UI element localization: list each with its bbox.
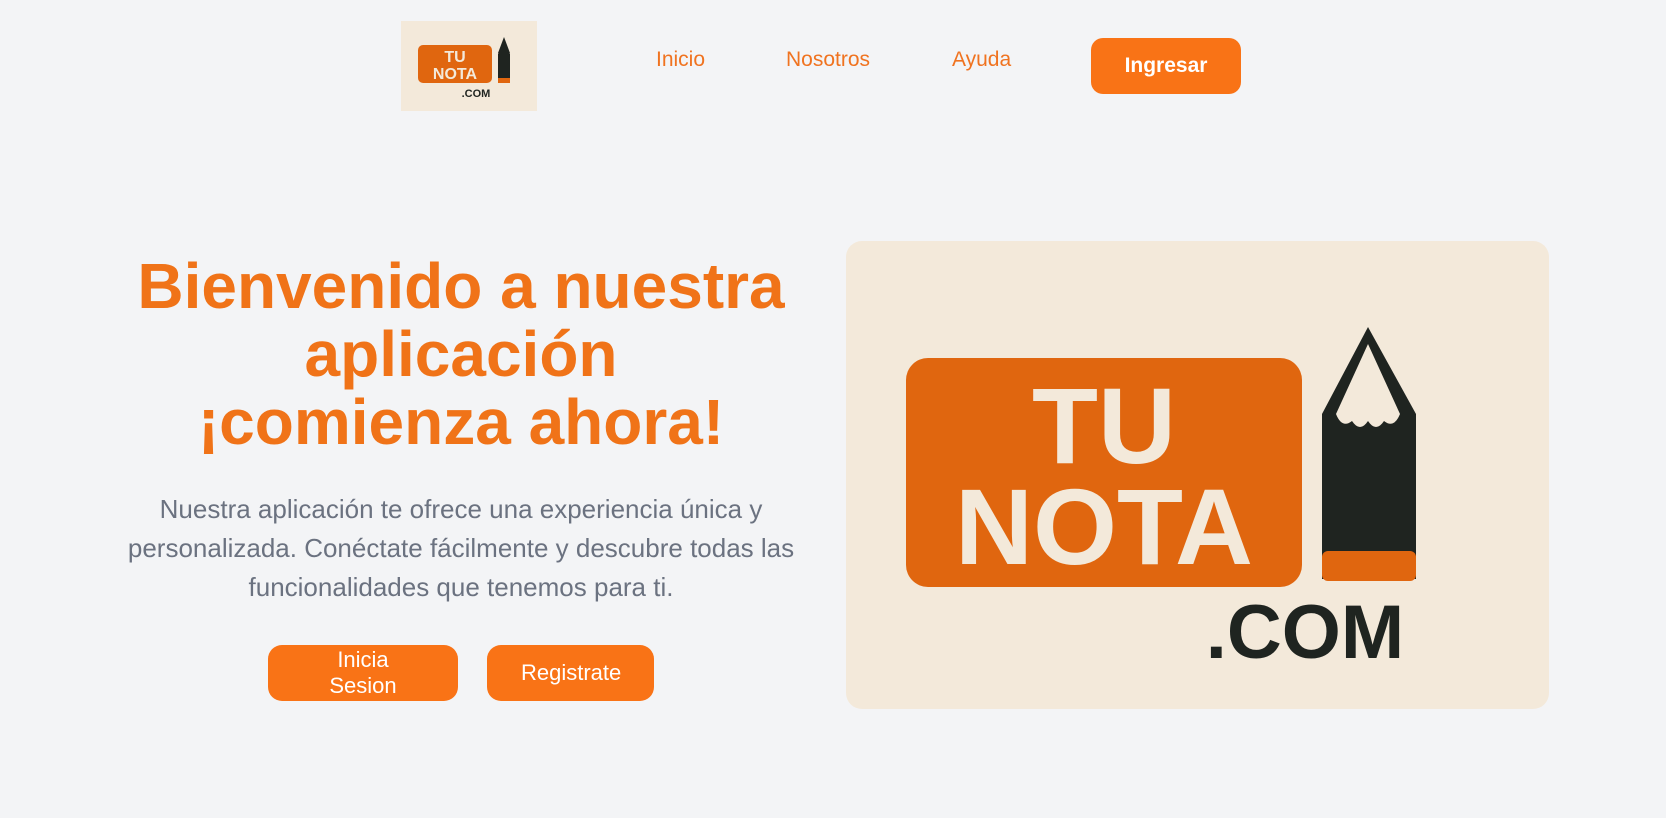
logo-small-line2: NOTA [433, 66, 478, 83]
tunota-logo-small: TU NOTA .COM [418, 37, 510, 100]
logo-small-line1: TU [444, 49, 465, 66]
logo-large-suffix: .COM [1206, 590, 1404, 675]
login-button[interactable]: Inicia Sesion [268, 645, 458, 701]
ingresar-button[interactable]: Ingresar [1091, 38, 1241, 94]
hero-logo-card: TU NOTA .COM [846, 241, 1549, 709]
hero-title-line-2: aplicación [304, 318, 618, 390]
hero-buttons: Inicia Sesion Registrate [100, 645, 822, 701]
register-button[interactable]: Registrate [487, 645, 654, 701]
landing-page: TU NOTA .COM Inicio Nosotros Ayuda Ingre… [0, 0, 1666, 818]
nav-link-inicio[interactable]: Inicio [656, 48, 705, 72]
hero-section: Bienvenido a nuestra aplicación ¡comienz… [100, 252, 822, 701]
hero-title-line-3: ¡comienza ahora! [197, 386, 725, 458]
logo-small-suffix: .COM [462, 88, 491, 100]
site-header: TU NOTA .COM Inicio Nosotros Ayuda Ingre… [0, 0, 1666, 132]
tunota-logo-large: TU NOTA .COM [906, 327, 1416, 675]
pencil-icon [1322, 327, 1416, 581]
hero-title: Bienvenido a nuestra aplicación ¡comienz… [100, 252, 822, 456]
logo-large-line2: NOTA [955, 466, 1253, 587]
hero-description: Nuestra aplicación te ofrece una experie… [127, 494, 795, 602]
nav-logo[interactable]: TU NOTA .COM [401, 21, 537, 111]
nav-link-nosotros[interactable]: Nosotros [786, 48, 870, 72]
hero-title-line-1: Bienvenido a nuestra [137, 250, 785, 322]
nav-link-ayuda[interactable]: Ayuda [952, 48, 1011, 72]
